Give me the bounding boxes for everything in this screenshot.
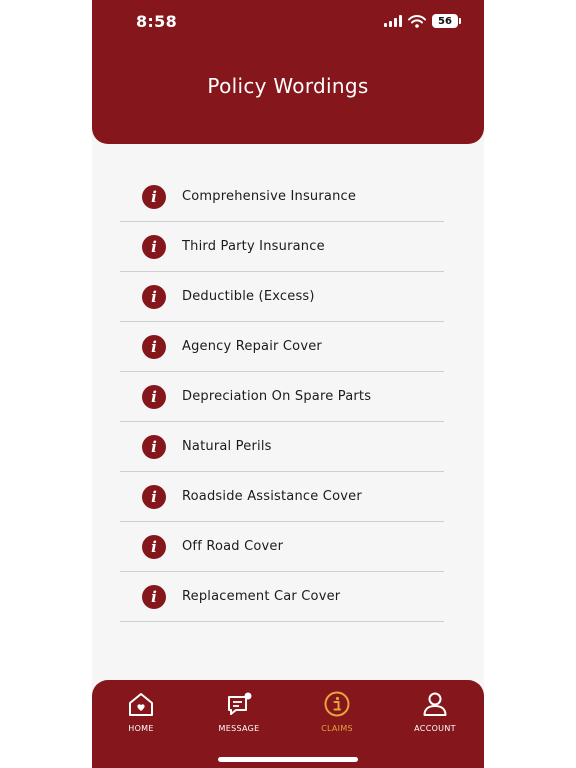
- policy-item-depreciation-on-spare-parts[interactable]: i Depreciation On Spare Parts: [120, 372, 444, 422]
- bottom-nav: HOME MESSAGE CLAIMS ACCOUNT: [92, 680, 484, 768]
- nav-label-home: HOME: [128, 724, 154, 733]
- page-title: Policy Wordings: [207, 74, 369, 98]
- policy-item-label: Depreciation On Spare Parts: [182, 389, 372, 404]
- policy-item-label: Agency Repair Cover: [182, 339, 322, 354]
- info-icon: i: [142, 534, 166, 559]
- info-icon: i: [142, 334, 166, 359]
- nav-label-account: ACCOUNT: [414, 724, 456, 733]
- policy-item-label: Off Road Cover: [182, 539, 284, 554]
- user-icon: [423, 692, 447, 716]
- status-bar: 8:58 56: [92, 0, 484, 44]
- nav-item-account[interactable]: ACCOUNT: [386, 680, 484, 768]
- status-time: 8:58: [136, 12, 177, 31]
- info-icon: i: [142, 234, 166, 259]
- policy-item-label: Roadside Assistance Cover: [182, 489, 362, 504]
- status-icons: 56: [384, 14, 461, 28]
- policy-item-comprehensive-insurance[interactable]: i Comprehensive Insurance: [120, 172, 444, 222]
- nav-label-claims: CLAIMS: [321, 724, 353, 733]
- info-icon: i: [142, 284, 166, 309]
- policy-item-label: Deductible (Excess): [182, 289, 315, 304]
- policy-item-third-party-insurance[interactable]: i Third Party Insurance: [120, 222, 444, 272]
- wifi-icon: [408, 14, 426, 28]
- policy-item-replacement-car-cover[interactable]: i Replacement Car Cover: [120, 572, 444, 622]
- policy-item-off-road-cover[interactable]: i Off Road Cover: [120, 522, 444, 572]
- policy-item-agency-repair-cover[interactable]: i Agency Repair Cover: [120, 322, 444, 372]
- info-icon: i: [142, 584, 166, 609]
- info-circle-icon: [324, 691, 350, 717]
- home-heart-icon: [129, 693, 153, 716]
- home-indicator: [218, 757, 358, 762]
- policy-list: i Comprehensive Insurance i Third Party …: [120, 172, 444, 622]
- signal-icon: [384, 15, 402, 27]
- nav-item-claims[interactable]: CLAIMS: [288, 680, 386, 768]
- nav-item-home[interactable]: HOME: [92, 680, 190, 768]
- app-screen: 8:58 56 Policy Wordings i Comprehensive …: [92, 0, 484, 768]
- policy-item-label: Natural Perils: [182, 439, 272, 454]
- info-icon: i: [142, 384, 166, 409]
- policy-item-label: Comprehensive Insurance: [182, 189, 357, 204]
- info-icon: i: [142, 184, 166, 209]
- policy-item-deductible[interactable]: i Deductible (Excess): [120, 272, 444, 322]
- nav-item-message[interactable]: MESSAGE: [190, 680, 288, 768]
- header: 8:58 56 Policy Wordings: [92, 0, 484, 144]
- policy-item-label: Third Party Insurance: [182, 239, 325, 254]
- policy-item-label: Replacement Car Cover: [182, 589, 341, 604]
- battery-icon: 56: [432, 14, 461, 28]
- message-icon: [228, 692, 252, 715]
- nav-label-message: MESSAGE: [218, 724, 260, 733]
- info-icon: i: [142, 484, 166, 509]
- policy-item-natural-perils[interactable]: i Natural Perils: [120, 422, 444, 472]
- info-icon: i: [142, 434, 166, 459]
- policy-item-roadside-assistance-cover[interactable]: i Roadside Assistance Cover: [120, 472, 444, 522]
